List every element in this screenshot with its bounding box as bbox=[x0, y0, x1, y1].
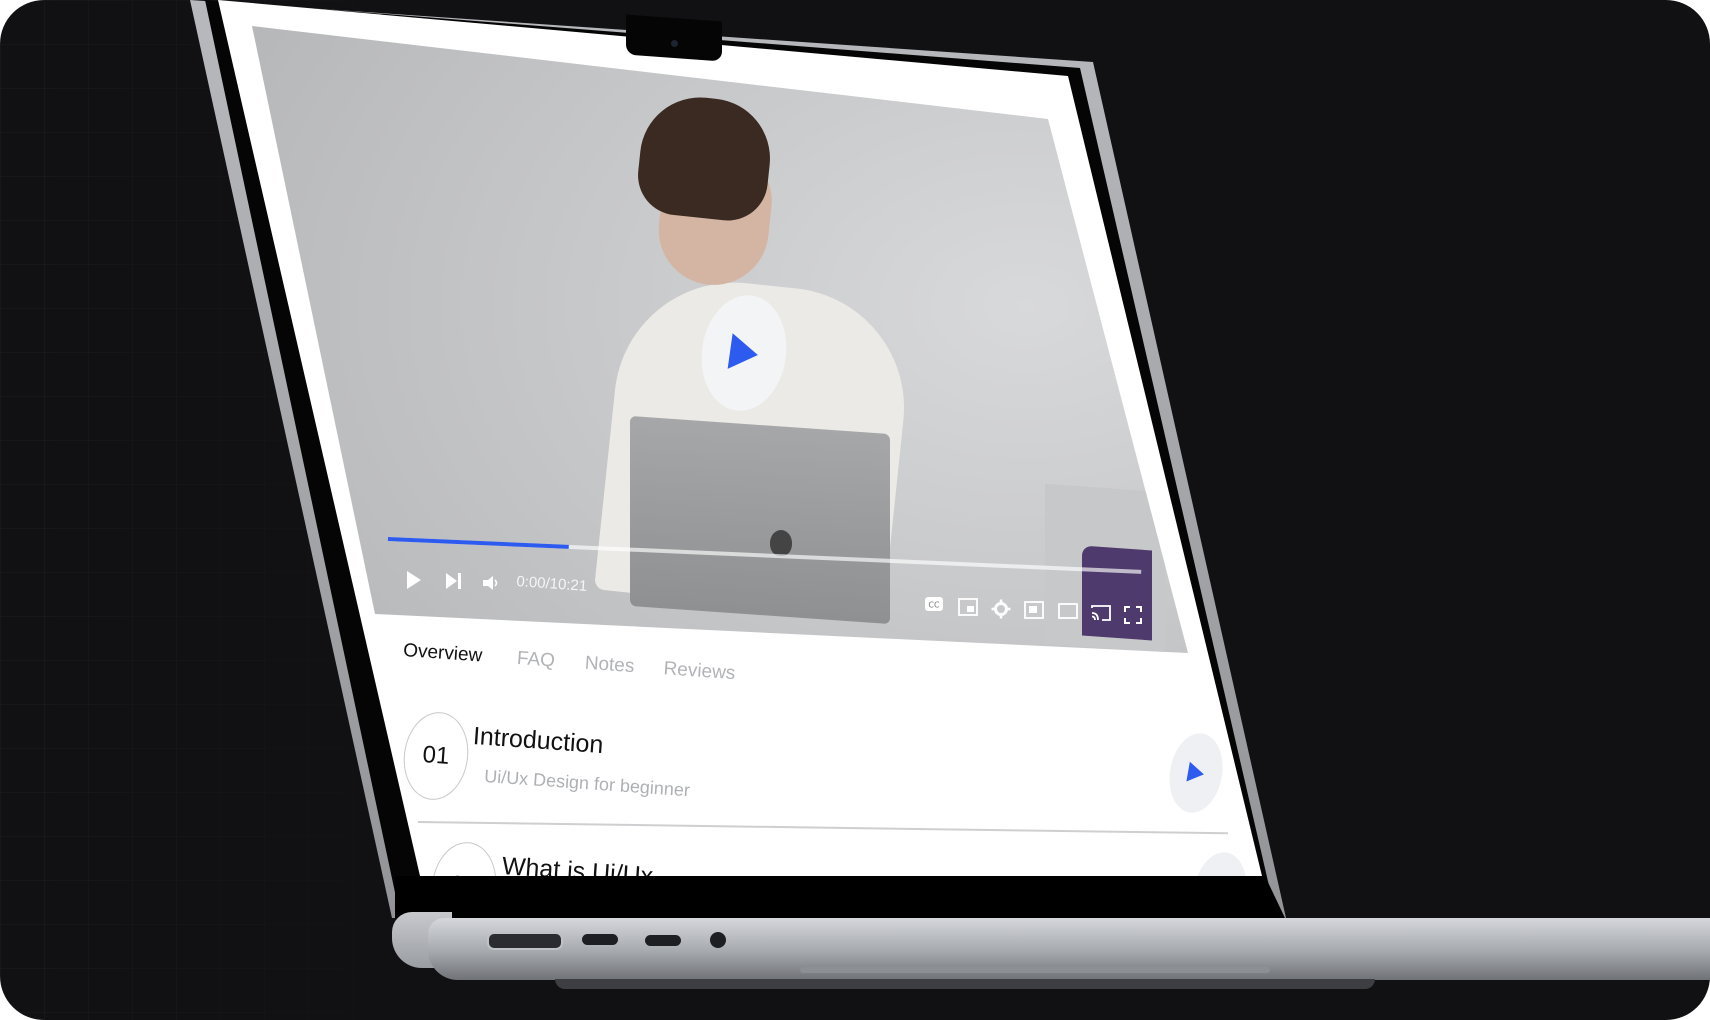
laptop-base-lip bbox=[800, 967, 1270, 973]
tab-faq[interactable]: FAQ bbox=[516, 648, 555, 673]
cast-icon bbox=[1091, 605, 1111, 621]
cast-button[interactable] bbox=[1090, 604, 1112, 622]
usb-c-port bbox=[582, 934, 618, 945]
lesson-number-badge: 01 bbox=[398, 707, 474, 805]
fullscreen-icon bbox=[1124, 606, 1142, 624]
skip-next-icon bbox=[446, 573, 461, 589]
picture-in-picture-icon bbox=[1024, 601, 1044, 619]
pip-button[interactable] bbox=[1024, 601, 1044, 619]
volume-button[interactable] bbox=[482, 574, 500, 592]
camera-icon bbox=[671, 40, 678, 47]
video-laptop bbox=[630, 415, 890, 625]
volume-icon bbox=[483, 576, 498, 590]
laptop-foot bbox=[555, 979, 1375, 989]
hdmi-port bbox=[487, 932, 563, 950]
gear-icon bbox=[991, 599, 1011, 619]
lesson-number: 01 bbox=[421, 741, 451, 770]
video-monitor-screen bbox=[1082, 545, 1152, 641]
theater-button[interactable] bbox=[1058, 603, 1078, 619]
play-button[interactable] bbox=[405, 570, 423, 590]
headphone-jack bbox=[710, 932, 726, 948]
tab-notes[interactable]: Notes bbox=[584, 653, 635, 678]
usb-c-port bbox=[645, 935, 681, 946]
play-icon bbox=[727, 333, 758, 369]
apple-logo bbox=[770, 530, 792, 556]
miniplayer-button[interactable] bbox=[958, 598, 978, 616]
play-icon bbox=[1186, 761, 1204, 782]
play-icon bbox=[407, 571, 421, 589]
theater-mode-icon bbox=[1058, 603, 1078, 619]
skip-next-button[interactable] bbox=[445, 572, 463, 590]
camera-notch bbox=[626, 14, 722, 62]
captions-button[interactable]: CC bbox=[924, 596, 944, 612]
closed-captions-icon: CC bbox=[925, 597, 943, 611]
fullscreen-button[interactable] bbox=[1124, 606, 1142, 624]
background-stage: 0:00/10:21 CC Overview FAQ Notes Reviews… bbox=[0, 0, 1710, 1020]
settings-button[interactable] bbox=[991, 599, 1011, 619]
miniplayer-icon bbox=[958, 598, 978, 616]
svg-text:CC: CC bbox=[928, 601, 940, 610]
presenter-hair bbox=[634, 91, 776, 225]
